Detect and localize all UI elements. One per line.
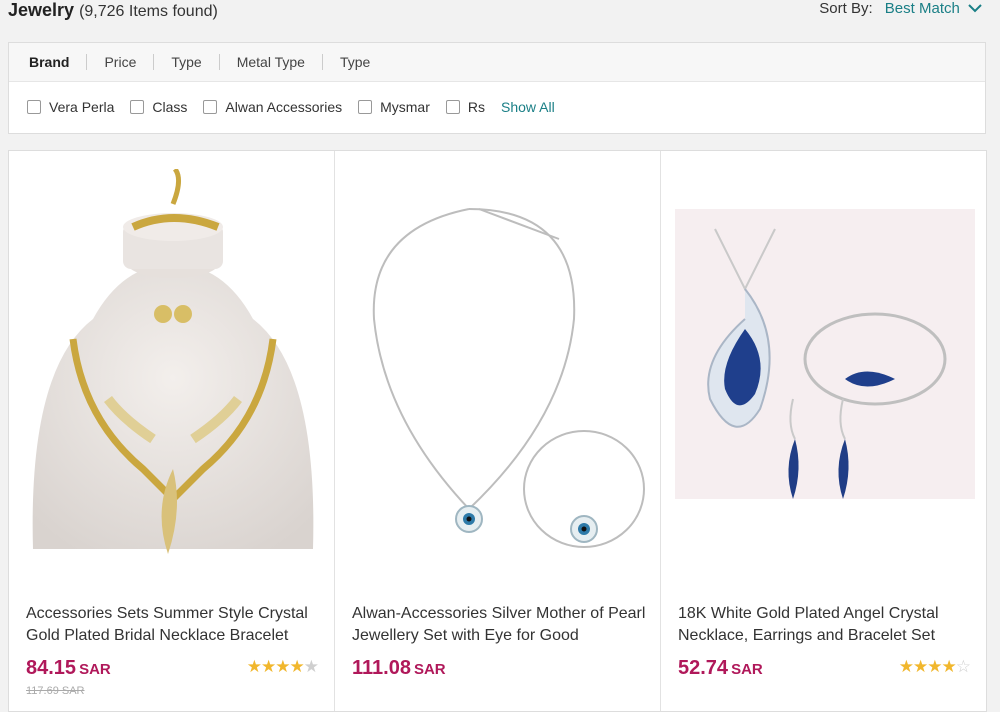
brand-label: Mysmar <box>380 99 430 115</box>
tab-brand[interactable]: Brand <box>29 54 86 70</box>
brand-option-class[interactable]: Class <box>130 99 187 115</box>
star-icon: ★ <box>898 657 914 676</box>
star-icon: ★ <box>246 657 262 676</box>
rating-stars: ★★★★☆ <box>898 657 971 677</box>
star-empty-icon: ☆ <box>955 657 971 676</box>
product-card[interactable]: 18K White Gold Plated Angel Crystal Neck… <box>661 151 986 711</box>
brand-label: Vera Perla <box>49 99 115 115</box>
brand-label: Alwan Accessories <box>225 99 343 115</box>
product-image-silver-eye-set[interactable] <box>349 169 649 589</box>
price-currency: SAR <box>413 661 446 678</box>
product-title[interactable]: 18K White Gold Plated Angel Crystal Neck… <box>678 603 978 647</box>
star-icon: ★ <box>913 657 928 676</box>
product-image-white-gold-angel-set[interactable] <box>675 169 975 589</box>
price-value: 111.08 <box>352 657 411 679</box>
tab-type[interactable]: Type <box>154 54 218 70</box>
brand-option-alwan-accessories[interactable]: Alwan Accessories <box>203 99 342 115</box>
star-half-icon: ★ <box>303 657 319 676</box>
star-icon: ★ <box>289 657 305 676</box>
rating-stars: ★★★★★ <box>246 657 319 677</box>
brand-option-rs[interactable]: Rs <box>445 99 486 115</box>
brand-checkbox[interactable] <box>27 100 41 114</box>
star-icon: ★ <box>941 657 957 676</box>
tab-price[interactable]: Price <box>87 54 153 70</box>
tab-type-2[interactable]: Type <box>323 54 387 70</box>
price-currency: SAR <box>731 661 763 678</box>
brand-label: Class <box>152 99 188 115</box>
star-icon: ★ <box>275 657 290 676</box>
star-icon: ★ <box>261 657 276 676</box>
price-value: 52.74 <box>678 657 729 679</box>
star-icon: ★ <box>927 657 942 676</box>
sort-control[interactable]: Sort By: Best Match <box>819 0 982 17</box>
brand-option-mysmar[interactable]: Mysmar <box>358 99 430 115</box>
old-price: 117.69 SAR <box>26 685 85 697</box>
brand-options: Vera Perla Class Alwan Accessories Mysma… <box>9 82 985 132</box>
brand-checkbox[interactable] <box>130 100 145 114</box>
brand-label: Rs <box>467 99 486 115</box>
sort-label: Sort By: <box>819 0 873 17</box>
show-all-link[interactable]: Show All <box>501 99 555 115</box>
product-card[interactable]: Alwan-Accessories Silver Mother of Pearl… <box>335 151 661 711</box>
sort-select[interactable]: Best Match <box>885 0 960 17</box>
brand-option-vera-perla[interactable]: Vera Perla <box>27 99 114 115</box>
tab-metal-type[interactable]: Metal Type <box>220 54 322 70</box>
category-title: Jewelry <box>8 0 75 20</box>
filter-tabs: Brand Price Type Metal Type Type <box>9 43 985 82</box>
price-value: 84.15 <box>26 657 77 679</box>
product-image-gold-bridal-set[interactable] <box>23 167 323 589</box>
product-price: 52.74 SAR <box>678 657 763 680</box>
price-currency: SAR <box>79 661 111 678</box>
product-price: 84.15 SAR <box>26 657 111 680</box>
category-heading: Jewelry (9,726 Items found) <box>8 0 218 21</box>
product-title[interactable]: Accessories Sets Summer Style Crystal Go… <box>26 603 326 647</box>
product-grid: Accessories Sets Summer Style Crystal Go… <box>8 150 987 712</box>
product-card[interactable]: Accessories Sets Summer Style Crystal Go… <box>9 151 335 711</box>
filter-panel: Brand Price Type Metal Type Type Vera Pe… <box>8 42 986 134</box>
brand-checkbox[interactable] <box>358 100 373 114</box>
results-header: Jewelry (9,726 Items found) Sort By: Bes… <box>0 0 1000 34</box>
product-price: 111.08 SAR <box>352 657 446 680</box>
brand-checkbox[interactable] <box>445 100 460 114</box>
chevron-down-icon[interactable] <box>968 1 982 16</box>
product-title[interactable]: Alwan-Accessories Silver Mother of Pearl… <box>352 603 652 647</box>
brand-checkbox[interactable] <box>203 100 218 114</box>
items-count: (9,726 Items found) <box>79 3 218 20</box>
